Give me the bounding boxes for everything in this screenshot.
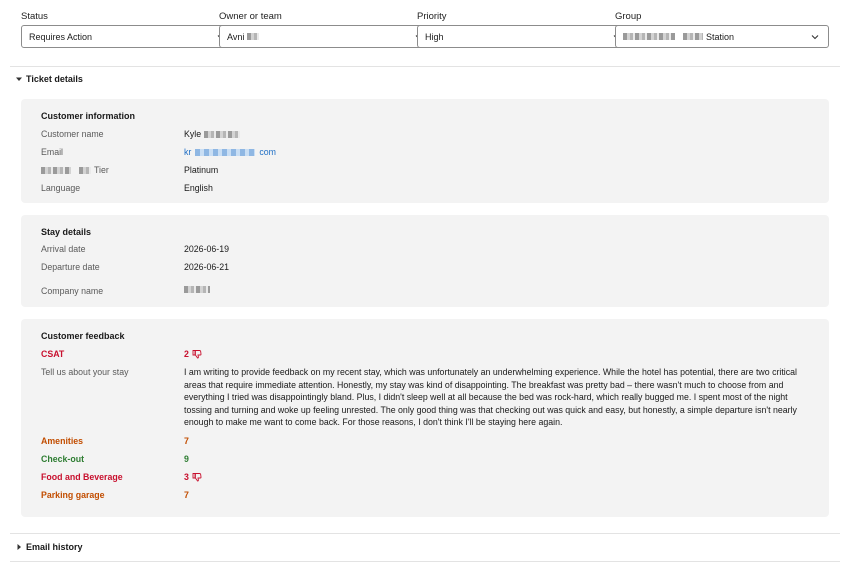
customer-information-title: Customer information [41, 111, 136, 121]
customer-name-value: Kyle [184, 129, 241, 139]
customer-information-card: Customer information Customer name Kyle … [21, 99, 829, 203]
tier-label: Tier [41, 165, 109, 175]
checkout-value: 9 [184, 454, 189, 464]
status-label: Status [21, 11, 48, 22]
priority-select[interactable]: High [417, 25, 631, 48]
owner-value: Avni [227, 31, 245, 42]
company-name-value [184, 286, 210, 293]
email-label: Email [41, 147, 63, 157]
email-history-toggle[interactable]: Email history [14, 542, 83, 552]
email-history-label: Email history [26, 542, 83, 552]
group-label: Group [615, 11, 642, 22]
group-select[interactable]: Station [615, 25, 829, 48]
parking-garage-label: Parking garage [41, 490, 105, 500]
redacted-text [195, 148, 256, 156]
food-beverage-label: Food and Beverage [41, 472, 123, 482]
departure-date-label: Departure date [41, 262, 100, 272]
tell-us-label: Tell us about your stay [41, 367, 129, 377]
customer-feedback-title: Customer feedback [41, 331, 125, 341]
caret-down-icon [14, 74, 24, 84]
stay-details-title: Stay details [41, 227, 92, 237]
amenities-label: Amenities [41, 436, 84, 446]
arrival-date-label: Arrival date [41, 244, 86, 254]
stay-details-card: Stay details Arrival date 2026-06-19 Dep… [21, 215, 829, 307]
feedback-comment: I am writing to provide feedback on my r… [184, 367, 798, 427]
divider [10, 66, 840, 67]
redacted-text [247, 33, 260, 40]
status-value: Requires Action [29, 31, 93, 42]
company-name-label: Company name [41, 286, 104, 296]
owner-select[interactable]: Avni [219, 25, 433, 48]
status-select[interactable]: Requires Action [21, 25, 235, 48]
divider [10, 533, 840, 534]
owner-filter: Owner or team Avni [219, 11, 433, 48]
food-beverage-value: 3 [184, 472, 202, 482]
divider [10, 561, 840, 562]
departure-date-value: 2026-06-21 [184, 262, 229, 272]
ticket-details-label: Ticket details [26, 74, 83, 84]
priority-label: Priority [417, 11, 447, 22]
thumbs-down-icon [192, 472, 202, 482]
redacted-text [623, 33, 675, 40]
tier-value: Platinum [184, 165, 219, 175]
checkout-label: Check-out [41, 454, 85, 464]
group-filter: Group Station [615, 11, 829, 48]
priority-value: High [425, 31, 444, 42]
chevron-down-icon [809, 31, 821, 43]
customer-feedback-card: Customer feedback CSAT 2 Tell us about y… [21, 319, 829, 517]
parking-garage-value: 7 [184, 490, 189, 500]
amenities-value: 7 [184, 436, 189, 446]
status-filter: Status Requires Action [21, 11, 235, 48]
customer-name-label: Customer name [41, 129, 104, 139]
redacted-text [79, 166, 91, 174]
ticket-details-toggle[interactable]: Ticket details [14, 74, 83, 84]
csat-label: CSAT [41, 349, 65, 359]
redacted-text [41, 166, 71, 174]
redacted-text [204, 130, 241, 138]
language-label: Language [41, 183, 81, 193]
priority-filter: Priority High [417, 11, 631, 48]
csat-value: 2 [184, 349, 202, 359]
arrival-date-value: 2026-06-19 [184, 244, 229, 254]
language-value: English [184, 183, 213, 193]
caret-right-icon [14, 542, 24, 552]
email-link[interactable]: kr com [184, 147, 276, 157]
group-value: Station [706, 31, 735, 42]
redacted-text [683, 33, 703, 40]
owner-label: Owner or team [219, 11, 282, 22]
redacted-text [184, 286, 210, 293]
filter-bar: Status Requires Action Owner or team Avn… [0, 0, 850, 60]
thumbs-down-icon [192, 349, 202, 359]
